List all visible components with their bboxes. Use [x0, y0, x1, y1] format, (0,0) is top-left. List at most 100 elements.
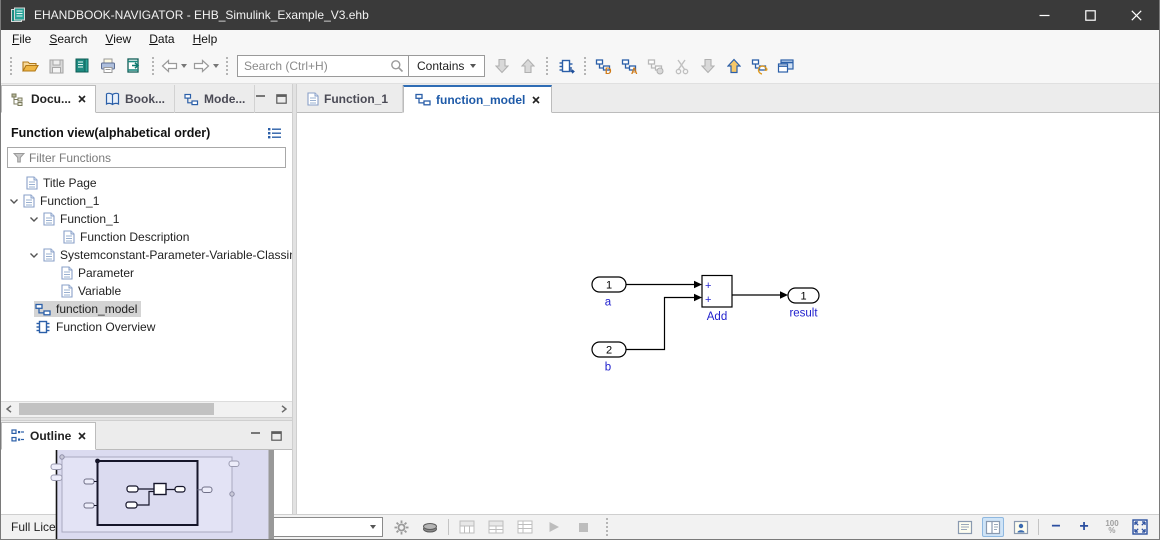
tree-item-parameter[interactable]: Parameter [1, 264, 292, 282]
expander-down-icon[interactable] [26, 216, 42, 222]
menu-file[interactable]: File [3, 31, 40, 48]
show-names-a-icon[interactable]: A [617, 53, 643, 79]
search-control: Contains [237, 55, 486, 77]
reader-view-icon[interactable] [1010, 517, 1032, 537]
tree-item-label: Title Page [43, 176, 97, 190]
search-input[interactable] [238, 59, 386, 73]
tab-documents[interactable]: Docu... [1, 85, 97, 113]
tree-item-function-1[interactable]: Function_1 [1, 192, 292, 210]
filter-control [7, 147, 286, 168]
function-view-header: Function view(alphabetical order) [1, 113, 292, 144]
print-icon[interactable] [95, 53, 121, 79]
model-reload-icon[interactable] [747, 53, 773, 79]
play-icon[interactable] [543, 517, 565, 537]
close-icon[interactable] [532, 95, 540, 104]
editor-tabstrip: Function_1 function_model [297, 84, 1159, 113]
tab-function-1[interactable]: Function_1 [297, 85, 404, 113]
document-icon [61, 284, 73, 298]
show-data-d-icon[interactable]: D [591, 53, 617, 79]
back-icon[interactable] [159, 53, 179, 79]
outline-thumbnail[interactable] [1, 449, 290, 540]
find-previous-icon[interactable] [515, 53, 541, 79]
tree-item-systemconstant[interactable]: Systemconstant-Parameter-Variable-Classi… [1, 246, 292, 264]
tab-outline[interactable]: Outline [1, 421, 97, 450]
calibration-matrix-icon[interactable] [456, 517, 478, 537]
database-icon[interactable] [419, 517, 441, 537]
menu-view[interactable]: View [96, 31, 140, 48]
tree-item-function-description[interactable]: Function Description [1, 228, 292, 246]
hide-block-icon[interactable] [643, 53, 669, 79]
minimize-icon[interactable] [1021, 0, 1067, 30]
tab-models[interactable]: Mode... [175, 85, 256, 113]
tab-bookmarks[interactable]: Book... [96, 85, 176, 113]
expander-down-icon[interactable] [26, 252, 42, 258]
tree-item-variable[interactable]: Variable [1, 282, 292, 300]
zoom-out-icon[interactable]: − [1045, 517, 1067, 537]
export-ebook-icon[interactable] [121, 53, 147, 79]
import-down-icon[interactable] [695, 53, 721, 79]
maximize-icon[interactable] [1067, 0, 1113, 30]
menu-data[interactable]: Data [140, 31, 183, 48]
scrollbar-track[interactable] [17, 401, 276, 417]
forward-icon[interactable] [191, 53, 211, 79]
minimize-panel-icon[interactable] [255, 94, 266, 104]
minimize-panel-icon[interactable] [250, 431, 261, 441]
scroll-left-icon[interactable] [1, 401, 17, 417]
close-icon[interactable] [1113, 0, 1159, 30]
inport-block-b[interactable]: 2 b [591, 341, 627, 374]
inport-block-a[interactable]: 1 a [591, 276, 627, 309]
tree-item-label: function_model [56, 302, 138, 316]
single-page-view-icon[interactable] [954, 517, 976, 537]
tree-item-function-overview[interactable]: Function Overview [1, 318, 292, 336]
export-up-icon[interactable] [721, 53, 747, 79]
model-icon [184, 93, 199, 106]
scrollbar-thumb[interactable] [19, 403, 214, 415]
sum-block-add[interactable]: + + Add [701, 274, 733, 324]
view-menu-icon[interactable] [267, 127, 284, 139]
open-folder-icon[interactable] [17, 53, 43, 79]
menu-search[interactable]: Search [40, 31, 96, 48]
cascade-windows-icon[interactable] [773, 53, 799, 79]
save-icon[interactable] [43, 53, 69, 79]
expander-down-icon[interactable] [6, 198, 22, 204]
menu-help[interactable]: Help [184, 31, 227, 48]
maximize-panel-icon[interactable] [271, 430, 282, 441]
tree-item-label: Function_1 [40, 194, 100, 208]
search-icon[interactable] [386, 59, 408, 73]
stop-icon[interactable] [572, 517, 594, 537]
outport-number: 1 [800, 291, 806, 303]
close-icon[interactable] [78, 431, 86, 440]
horizontal-scrollbar[interactable] [1, 400, 292, 417]
zoom-100-icon[interactable]: 100 % [1101, 517, 1123, 537]
tree-item-label: Function Description [80, 230, 190, 244]
scroll-right-icon[interactable] [276, 401, 292, 417]
model-block-icon[interactable] [553, 53, 579, 79]
close-icon[interactable] [78, 95, 86, 103]
ebook-icon[interactable] [69, 53, 95, 79]
outport-block-result[interactable]: 1 result [787, 287, 820, 320]
filter-functions-input[interactable] [29, 150, 285, 165]
tree-item-function-model[interactable]: function_model [1, 300, 292, 318]
tree-item-function-1-sub[interactable]: Function_1 [1, 210, 292, 228]
gear-icon[interactable] [390, 517, 412, 537]
maximize-panel-icon[interactable] [276, 94, 288, 104]
toolbar-grip [10, 57, 12, 75]
outline-body [1, 449, 292, 539]
back-history-icon[interactable] [181, 64, 187, 68]
document-icon [23, 194, 35, 208]
zoom-in-icon[interactable]: + [1073, 517, 1095, 537]
outport-label: result [789, 308, 818, 320]
measurement-matrix-icon[interactable] [485, 517, 507, 537]
split-page-view-icon[interactable] [982, 517, 1004, 537]
table-view-icon[interactable] [514, 517, 536, 537]
tab-function-model[interactable]: function_model [403, 85, 553, 113]
contains-dropdown[interactable]: Contains [409, 56, 484, 76]
window-title: EHANDBOOK-NAVIGATOR - EHB_Simulink_Examp… [34, 8, 369, 22]
cut-model-icon[interactable] [669, 53, 695, 79]
fit-to-screen-icon[interactable] [1129, 517, 1151, 537]
model-canvas[interactable]: 1 a 2 b + + Add 1 result [297, 113, 1159, 514]
find-next-icon[interactable] [489, 53, 515, 79]
forward-history-icon[interactable] [213, 64, 219, 68]
document-icon [63, 230, 75, 244]
tree-item-title-page[interactable]: Title Page [1, 174, 292, 192]
